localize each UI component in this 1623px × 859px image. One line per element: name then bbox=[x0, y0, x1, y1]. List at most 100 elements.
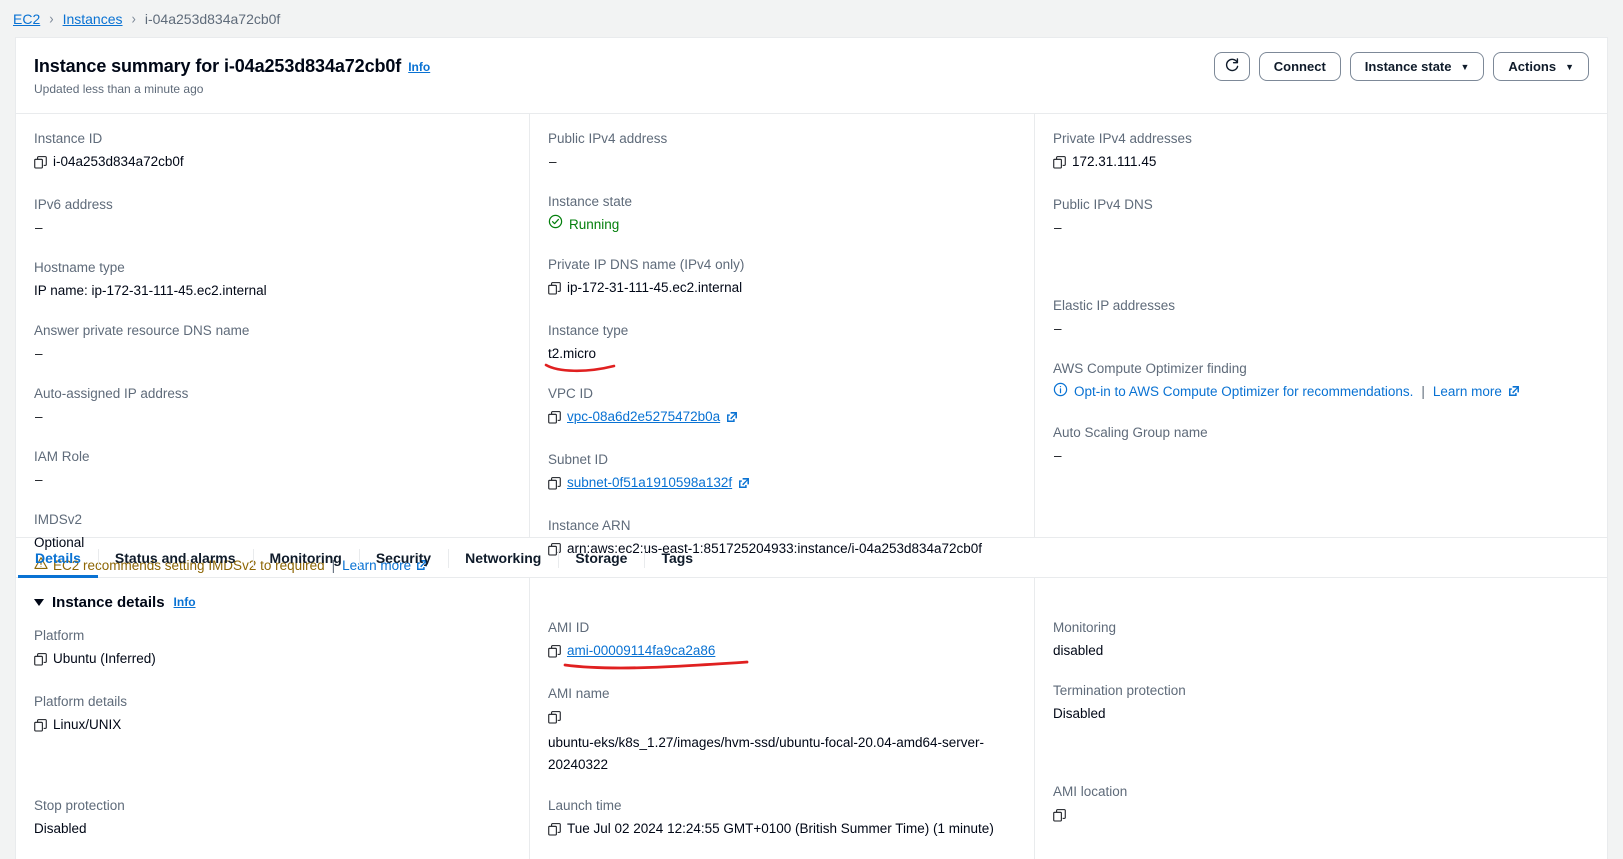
copy-icon[interactable] bbox=[1053, 807, 1066, 828]
panel-header: Instance summary for i-04a253d834a72cb0f… bbox=[16, 38, 1607, 114]
field-label: Elastic IP addresses bbox=[1053, 298, 1176, 313]
details-column-3: Monitoring disabled Termination protecti… bbox=[1034, 578, 1607, 859]
status-badge: Running bbox=[548, 214, 619, 235]
field-value: 172.31.111.45 bbox=[1053, 151, 1587, 175]
instance-details-header: Instance details Info bbox=[34, 592, 509, 612]
field-value: Linux/UNIX bbox=[34, 714, 509, 738]
instance-state-button[interactable]: Instance state ▼ bbox=[1349, 52, 1485, 81]
page-title: Instance summary for i-04a253d834a72cb0f bbox=[34, 56, 402, 76]
field-label: AMI ID bbox=[548, 620, 590, 635]
stop-protection-value: Disabled bbox=[34, 821, 87, 836]
copy-icon[interactable] bbox=[34, 154, 47, 175]
field-private-ipv4-addresses: Private IPv4 addresses 172.31.111.45 bbox=[1053, 129, 1587, 175]
tab-security[interactable]: Security bbox=[358, 538, 448, 577]
field-label: AMI name bbox=[548, 686, 610, 701]
field-value: subnet-0f51a1910598a132f bbox=[548, 472, 1014, 496]
tab-networking[interactable]: Networking bbox=[448, 538, 558, 577]
external-link-icon bbox=[738, 474, 750, 495]
breadcrumb-separator-icon: › bbox=[131, 9, 136, 28]
field-value: ip-172-31-111-45.ec2.internal bbox=[548, 277, 1014, 301]
field-value: t2.micro bbox=[548, 343, 1014, 364]
field-label: AWS Compute Optimizer finding bbox=[1053, 361, 1247, 376]
platform-value: Ubuntu (Inferred) bbox=[53, 651, 156, 666]
copy-icon[interactable] bbox=[34, 717, 47, 738]
field-auto-scaling-group-name: Auto Scaling Group name – bbox=[1053, 423, 1587, 466]
field-label: Launch time bbox=[548, 798, 622, 813]
copy-icon[interactable] bbox=[548, 409, 561, 430]
field-answer-private-resource-dns-name: Answer private resource DNS name – bbox=[34, 321, 509, 364]
compute-optimizer-row: Opt-in to AWS Compute Optimizer for reco… bbox=[1053, 381, 1587, 403]
actions-button[interactable]: Actions ▼ bbox=[1493, 52, 1589, 81]
copy-icon[interactable] bbox=[548, 643, 561, 664]
field-label: Instance state bbox=[548, 194, 633, 209]
collapse-triangle-icon[interactable] bbox=[34, 598, 44, 606]
refresh-button[interactable] bbox=[1213, 52, 1250, 81]
field-label: Instance type bbox=[548, 323, 629, 338]
copy-icon[interactable] bbox=[34, 651, 47, 672]
field-auto-assigned-ip-address: Auto-assigned IP address – bbox=[34, 384, 509, 427]
header-actions: Connect Instance state ▼ Actions ▼ bbox=[1213, 52, 1589, 81]
refresh-icon bbox=[1224, 57, 1240, 76]
copy-icon[interactable] bbox=[548, 280, 561, 301]
instance-summary-grid: Instance ID i-04a253d834a72cb0f IPv6 add… bbox=[16, 114, 1607, 573]
field-subnet-id: Subnet ID subnet-0f51a1910598a132f bbox=[548, 450, 1014, 496]
vpc-id-link[interactable]: vpc-08a6d2e5275472b0a bbox=[567, 406, 720, 427]
tab-status-and-alarms[interactable]: Status and alarms bbox=[97, 538, 253, 577]
field-iam-role: IAM Role – bbox=[34, 447, 509, 490]
field-label: Monitoring bbox=[1053, 620, 1117, 635]
field-label: Instance ID bbox=[34, 131, 103, 146]
header-info-link[interactable]: Info bbox=[408, 60, 430, 74]
instance-details-info-link[interactable]: Info bbox=[174, 595, 196, 609]
field-value: vpc-08a6d2e5275472b0a bbox=[548, 406, 1014, 430]
tab-details[interactable]: Details bbox=[18, 538, 98, 578]
field-label: Platform bbox=[34, 628, 85, 643]
field-label: AMI location bbox=[1053, 784, 1128, 799]
ami-id-link[interactable]: ami-00009114fa9ca2a86 bbox=[567, 640, 715, 661]
termination-protection-value: Disabled bbox=[1053, 706, 1106, 721]
tab-tags[interactable]: Tags bbox=[644, 538, 710, 577]
field-label: Platform details bbox=[34, 694, 128, 709]
instance-id-value: i-04a253d834a72cb0f bbox=[53, 154, 184, 169]
copy-icon[interactable] bbox=[548, 709, 561, 730]
instance-state-value: Running bbox=[569, 217, 620, 232]
field-label: Answer private resource DNS name bbox=[34, 323, 250, 338]
breadcrumb-item-instances[interactable]: Instances bbox=[63, 11, 123, 27]
platform-details-value: Linux/UNIX bbox=[53, 717, 122, 732]
breadcrumb-separator-icon: › bbox=[49, 9, 54, 28]
compute-optimizer-learn-more-link[interactable]: Learn more bbox=[1433, 382, 1502, 402]
chevron-down-icon: ▼ bbox=[1565, 62, 1574, 72]
field-value: i-04a253d834a72cb0f bbox=[34, 151, 509, 175]
field-public-ipv4-dns: Public IPv4 DNS – bbox=[1053, 195, 1587, 238]
connect-button[interactable]: Connect bbox=[1258, 52, 1341, 81]
tab-storage[interactable]: Storage bbox=[558, 538, 644, 577]
chevron-down-icon: ▼ bbox=[1460, 62, 1470, 72]
field-value: Disabled bbox=[34, 818, 509, 839]
tab-monitoring[interactable]: Monitoring bbox=[252, 538, 359, 577]
monitoring-value: disabled bbox=[1053, 643, 1104, 658]
subnet-id-link[interactable]: subnet-0f51a1910598a132f bbox=[567, 472, 732, 493]
details-column-1: Instance details Info Platform Ubuntu (I… bbox=[16, 578, 529, 859]
breadcrumb-item-ec2[interactable]: EC2 bbox=[13, 11, 40, 27]
field-value: disabled bbox=[1053, 640, 1587, 661]
field-value: – bbox=[35, 220, 43, 235]
field-elastic-ip-addresses: Elastic IP addresses – bbox=[1053, 296, 1587, 339]
field-value: Disabled bbox=[1053, 703, 1587, 724]
instance-details-section: Instance details Info Platform Ubuntu (I… bbox=[16, 578, 1607, 859]
launch-time-value: Tue Jul 02 2024 12:24:55 GMT+0100 (Briti… bbox=[567, 821, 994, 836]
optimizer-separator: | bbox=[1421, 384, 1425, 399]
compute-optimizer-optin-link[interactable]: Opt-in to AWS Compute Optimizer for reco… bbox=[1074, 382, 1413, 402]
field-ami-name: AMI name ubuntu-eks/k8s_1.27/images/hvm-… bbox=[548, 684, 1014, 776]
private-ip-dns-value: ip-172-31-111-45.ec2.internal bbox=[567, 280, 743, 295]
field-label: Hostname type bbox=[34, 260, 125, 275]
field-value: Ubuntu (Inferred) bbox=[34, 648, 509, 672]
info-circle-icon bbox=[1053, 382, 1068, 403]
copy-icon[interactable] bbox=[548, 821, 561, 842]
field-vpc-id: VPC ID vpc-08a6d2e5275472b0a bbox=[548, 384, 1014, 430]
ami-name-value: ubuntu-eks/k8s_1.27/images/hvm-ssd/ubunt… bbox=[548, 735, 984, 772]
copy-icon[interactable] bbox=[1053, 154, 1066, 175]
field-value: Running bbox=[548, 214, 1014, 235]
copy-icon[interactable] bbox=[548, 475, 561, 496]
summary-column-1: Instance ID i-04a253d834a72cb0f IPv6 add… bbox=[16, 114, 529, 573]
field-instance-type: Instance type t2.micro bbox=[544, 321, 1014, 373]
field-label: IAM Role bbox=[34, 449, 90, 464]
